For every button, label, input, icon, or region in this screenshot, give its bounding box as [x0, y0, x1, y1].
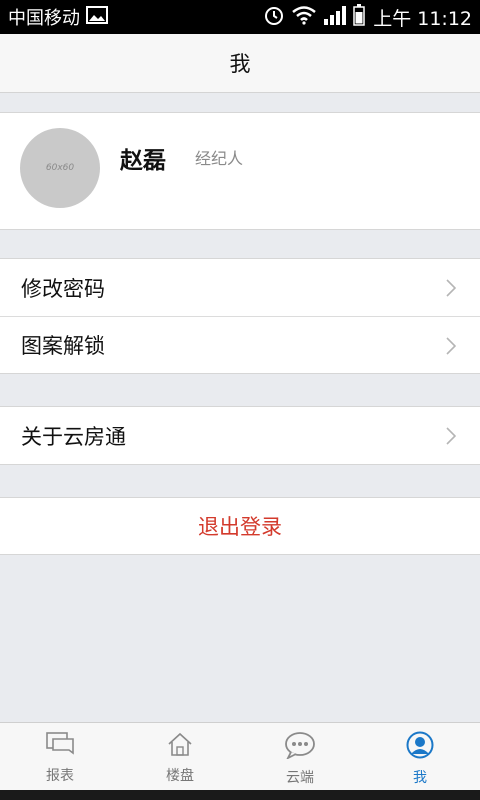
profile-card[interactable]: 60x60 赵磊 经纪人	[0, 112, 480, 230]
gallery-icon	[86, 5, 108, 29]
user-icon	[406, 731, 434, 763]
carrier-name: 中国移动	[8, 8, 80, 29]
chevron-right-icon	[446, 426, 457, 450]
tab-me[interactable]: 我	[360, 723, 480, 790]
user-role: 经纪人	[195, 149, 244, 168]
tab-label: 我	[413, 770, 427, 786]
menu-item-label: 图案解锁	[21, 334, 105, 358]
menu-item-about[interactable]: 关于云房通	[0, 407, 480, 464]
tab-label: 楼盘	[166, 768, 194, 784]
nav-bar: 我	[0, 34, 480, 93]
chat-icon	[284, 731, 316, 763]
tab-cloud[interactable]: 云端	[240, 723, 360, 790]
signal-icon	[323, 5, 347, 30]
logout-label: 退出登录	[198, 515, 282, 539]
menu-item-label: 关于云房通	[21, 424, 126, 449]
alarm-icon	[263, 4, 285, 31]
tab-report[interactable]: 报表	[0, 723, 120, 790]
logout-button[interactable]: 退出登录	[0, 497, 480, 555]
user-name: 赵磊	[120, 148, 166, 174]
status-bar: 中国移动 上午 11:12	[0, 0, 480, 34]
system-bottom-strip	[0, 790, 480, 800]
tab-bar: 报表 楼盘 云端 我	[0, 722, 480, 790]
menu-item-pattern-unlock[interactable]: 图案解锁	[0, 316, 480, 373]
status-time: 上午 11:12	[373, 7, 472, 30]
wifi-icon	[291, 5, 317, 30]
tab-buildings[interactable]: 楼盘	[120, 723, 240, 790]
report-icon	[45, 731, 75, 761]
page-title: 我	[229, 52, 251, 76]
menu-group-account: 修改密码 图案解锁	[0, 258, 480, 374]
chevron-right-icon	[446, 278, 457, 302]
home-icon	[166, 731, 194, 761]
menu-item-label: 修改密码	[21, 276, 105, 301]
menu-item-change-password[interactable]: 修改密码	[0, 259, 480, 316]
menu-group-about: 关于云房通	[0, 406, 480, 465]
tab-label: 报表	[46, 768, 74, 784]
avatar-placeholder-text: 60x60	[45, 163, 75, 173]
chevron-right-icon	[446, 336, 457, 360]
avatar[interactable]: 60x60	[20, 128, 100, 208]
battery-icon	[353, 3, 365, 31]
tab-label: 云端	[286, 770, 314, 786]
